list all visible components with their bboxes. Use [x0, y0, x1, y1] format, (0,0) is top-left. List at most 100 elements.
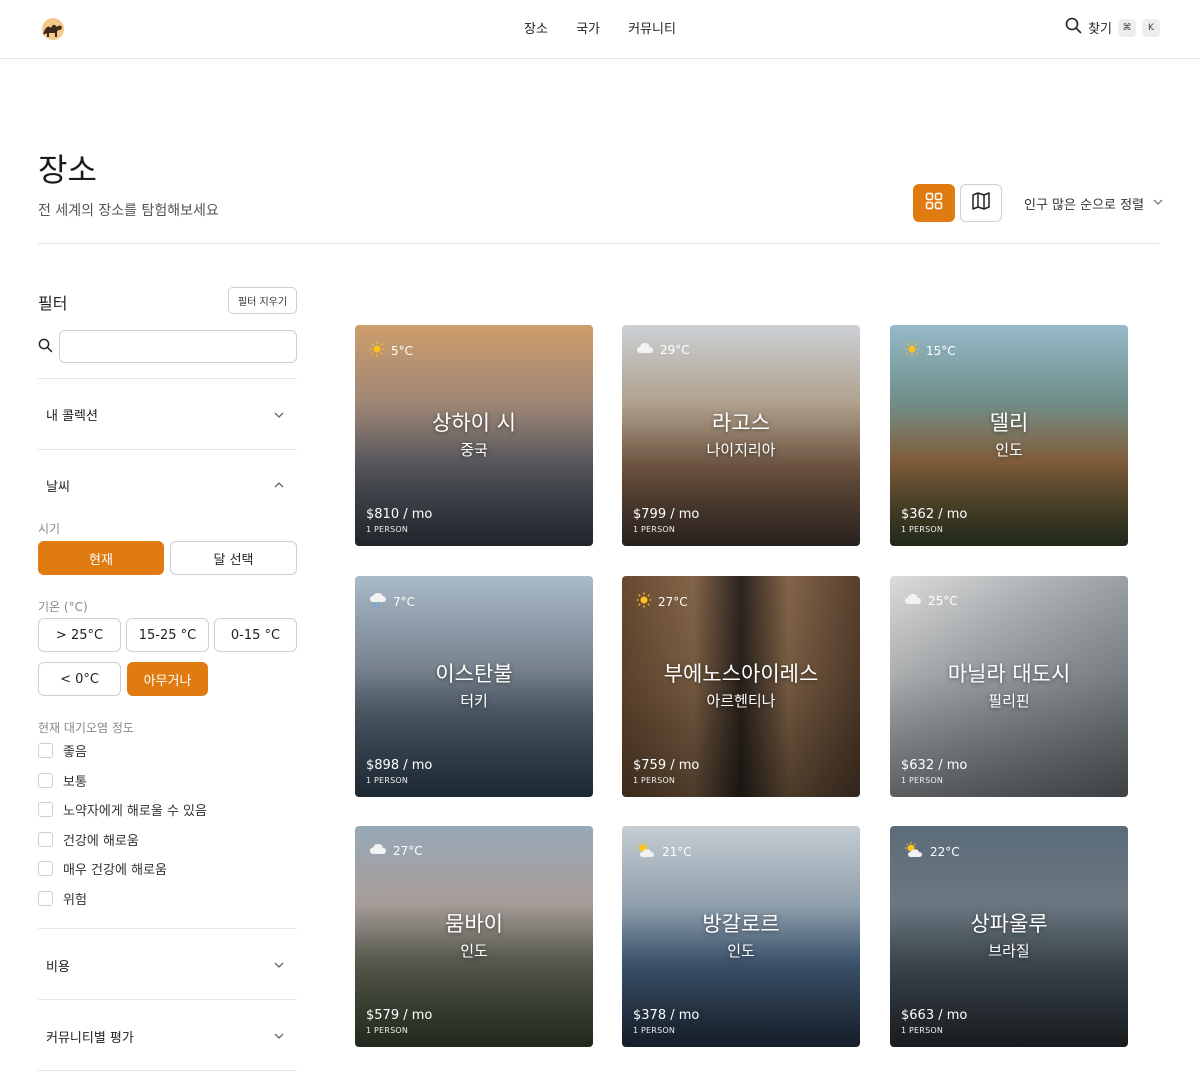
checkbox[interactable] [38, 861, 53, 876]
place-card-bangalore[interactable]: 21°C 방갈로르 인도 $378 / mo 1 PERSON [622, 826, 860, 1047]
card-person: 1 PERSON [366, 776, 409, 785]
place-card-istanbul[interactable]: 7°C 이스탄불 터키 $898 / mo 1 PERSON [355, 576, 593, 797]
card-price: $632 / mo [901, 758, 968, 773]
temp-0-15-button[interactable]: 0-15 °C [214, 618, 297, 652]
card-person: 1 PERSON [633, 525, 676, 534]
sun-icon [636, 592, 652, 611]
filters-title: 필터 [38, 294, 68, 313]
accordion-cost[interactable]: 비용 [46, 956, 70, 975]
search-label: 찾기 [1088, 22, 1112, 37]
divider [38, 999, 297, 1000]
temp-below-0-button[interactable]: < 0°C [38, 662, 121, 696]
card-country: 인도 [460, 942, 488, 960]
air-quality-sensitive-option[interactable]: 노약자에게 해로울 수 있음 [38, 800, 207, 819]
air-quality-very-unhealthy-option[interactable]: 매우 건강에 해로움 [38, 859, 167, 878]
card-person: 1 PERSON [901, 1026, 944, 1035]
card-city: 마닐라 대도시 [947, 662, 1071, 686]
period-select-month-button[interactable]: 달 선택 [170, 541, 297, 575]
map-view-button[interactable] [960, 184, 1002, 222]
air-quality-unhealthy-option[interactable]: 건강에 해로움 [38, 830, 139, 849]
card-person: 1 PERSON [633, 776, 676, 785]
period-label: 시기 [38, 522, 61, 536]
divider [38, 378, 297, 379]
checkbox[interactable] [38, 832, 53, 847]
card-price: $799 / mo [633, 507, 700, 522]
air-quality-hazardous-option[interactable]: 위험 [38, 889, 87, 908]
grid-view-button[interactable] [913, 184, 955, 222]
place-card-lagos[interactable]: 29°C 라고스 나이지리아 $799 / mo 1 PERSON [622, 325, 860, 546]
period-now-button[interactable]: 현재 [38, 541, 164, 575]
temp-any-button[interactable]: 아무거나 [127, 662, 208, 696]
card-weather: 27°C [636, 592, 688, 611]
card-person: 1 PERSON [366, 525, 409, 534]
temp-15-25-button[interactable]: 15-25 °C [126, 618, 209, 652]
card-price: $663 / mo [901, 1008, 968, 1023]
shortcut-key-k: K [1142, 18, 1160, 37]
air-quality-moderate-option[interactable]: 보통 [38, 771, 87, 790]
clear-filters-button[interactable]: 필터 지우기 [228, 287, 297, 314]
card-temperature: 21°C [662, 844, 692, 859]
card-temperature: 29°C [660, 342, 690, 357]
cloud-icon [369, 842, 387, 859]
nav-item-countries[interactable]: 국가 [576, 18, 600, 37]
card-city: 이스탄불 [435, 662, 513, 686]
place-card-sao-paulo[interactable]: 22°C 상파울루 브라질 $663 / mo 1 PERSON [890, 826, 1128, 1047]
nav-item-community[interactable]: 커뮤니티 [628, 18, 676, 37]
card-price: $898 / mo [366, 758, 433, 773]
card-weather: 7°C [369, 592, 415, 611]
filter-search-input[interactable] [59, 330, 297, 363]
card-city: 라고스 [712, 411, 770, 435]
card-city: 부에노스아이레스 [663, 662, 819, 686]
card-country: 인도 [995, 441, 1023, 459]
place-card-metro-manila[interactable]: 25°C 마닐라 대도시 필리핀 $632 / mo 1 PERSON [890, 576, 1128, 797]
sun-icon [369, 341, 385, 360]
chevron-up-icon[interactable] [272, 477, 286, 491]
card-temperature: 25°C [928, 593, 958, 608]
divider [38, 1070, 297, 1071]
card-country: 나이지리아 [706, 441, 776, 459]
card-price: $810 / mo [366, 507, 433, 522]
accordion-community-rating[interactable]: 커뮤니티별 평가 [46, 1027, 134, 1046]
option-label: 건강에 해로움 [63, 834, 139, 849]
nav-item-places[interactable]: 장소 [524, 18, 548, 37]
page-subtitle: 전 세계의 장소를 탐험해보세요 [38, 203, 219, 219]
card-weather: 21°C [636, 842, 692, 861]
chevron-down-icon[interactable] [272, 1028, 286, 1042]
chevron-down-icon[interactable] [272, 957, 286, 971]
card-country: 아르헨티나 [706, 692, 776, 710]
partly-cloudy-icon [636, 842, 656, 861]
global-search-trigger[interactable]: 찾기 ⌘ K [1065, 17, 1160, 38]
place-card-buenos-aires[interactable]: 27°C 부에노스아이레스 아르헨티나 $759 / mo 1 PERSON [622, 576, 860, 797]
grid-icon [925, 192, 943, 214]
card-temperature: 22°C [930, 844, 960, 859]
main-nav: 장소 국가 커뮤니티 [0, 18, 1200, 37]
card-city: 상하이 시 [432, 411, 516, 435]
sort-dropdown[interactable]: 인구 많은 순으로 정렬 [1024, 194, 1164, 213]
shortcut-key-cmd: ⌘ [1118, 18, 1136, 37]
accordion-collections[interactable]: 내 콜렉션 [46, 405, 98, 424]
place-card-shanghai[interactable]: 5°C 상하이 시 중국 $810 / mo 1 PERSON [355, 325, 593, 546]
card-country: 필리핀 [988, 692, 1030, 710]
accordion-weather[interactable]: 날씨 [46, 476, 70, 495]
place-card-delhi[interactable]: 15°C 델리 인도 $362 / mo 1 PERSON [890, 325, 1128, 546]
card-country: 중국 [460, 441, 488, 459]
temp-over-25-button[interactable]: > 25°C [38, 618, 121, 652]
card-temperature: 7°C [393, 594, 416, 609]
card-city: 뭄바이 [445, 912, 503, 936]
checkbox[interactable] [38, 773, 53, 788]
page-title: 장소 [38, 151, 97, 189]
card-price: $362 / mo [901, 507, 968, 522]
place-card-mumbai[interactable]: 27°C 뭄바이 인도 $579 / mo 1 PERSON [355, 826, 593, 1047]
checkbox[interactable] [38, 743, 53, 758]
card-weather: 5°C [369, 341, 413, 360]
air-quality-good-option[interactable]: 좋음 [38, 741, 87, 760]
checkbox[interactable] [38, 802, 53, 817]
sort-label: 인구 많은 순으로 정렬 [1024, 198, 1145, 213]
rain-cloud-icon [369, 592, 387, 611]
chevron-down-icon [1152, 196, 1164, 212]
card-price: $378 / mo [633, 1008, 700, 1023]
checkbox[interactable] [38, 891, 53, 906]
chevron-down-icon[interactable] [272, 407, 286, 421]
top-navigation-bar: 장소 국가 커뮤니티 찾기 ⌘ K [0, 0, 1200, 59]
card-weather: 27°C [369, 842, 423, 859]
